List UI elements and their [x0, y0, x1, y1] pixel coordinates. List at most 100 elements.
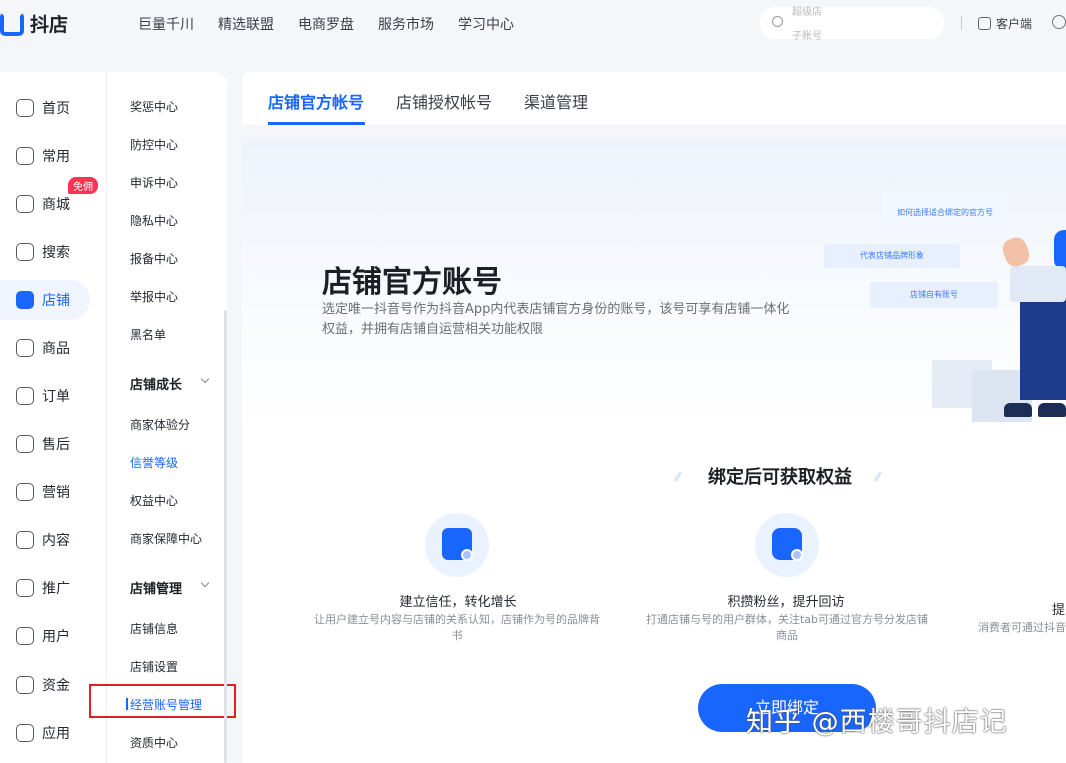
subnav-item[interactable]: 报备中心: [130, 250, 178, 267]
illustration-shoe: [1004, 403, 1032, 417]
nav-item-content[interactable]: 内容: [0, 520, 100, 560]
subnav-item[interactable]: 举报中心: [130, 288, 178, 305]
nav-item-store[interactable]: 店铺: [0, 280, 90, 320]
nav-item-aftersale[interactable]: 售后: [0, 424, 100, 464]
illustration-card: 代表店铺品牌形象: [824, 244, 960, 268]
nav-item-promote[interactable]: 推广: [0, 568, 100, 608]
subnav-item[interactable]: 黑名单: [130, 326, 166, 343]
illustration-card: 如何选择适合绑定的官方号: [882, 192, 1008, 234]
aftersale-icon: [16, 435, 34, 453]
subnav-item[interactable]: 信誉等级: [130, 454, 178, 471]
decoration-slashes: ⁄⁄ ⁄⁄: [676, 470, 680, 484]
topnav-item[interactable]: 电商罗盘: [298, 14, 354, 34]
search-icon: [772, 16, 783, 27]
nav-label: 资金: [42, 678, 70, 694]
top-nav: 巨量千川 精选联盟 电商罗盘 服务市场 学习中心: [138, 14, 538, 34]
benefit-title: 建立信任，转化增长: [399, 595, 517, 610]
tab-official-account[interactable]: 店铺官方帐号: [268, 89, 364, 113]
shop-icon: [16, 195, 34, 213]
tab-channel-management[interactable]: 渠道管理: [524, 89, 588, 113]
subnav-item[interactable]: 店铺设置: [130, 658, 178, 675]
nav-label: 营销: [42, 485, 70, 501]
subnav-item[interactable]: 申诉中心: [130, 174, 178, 191]
highlight-box: [89, 684, 236, 718]
commission-free-badge: 免佣: [68, 177, 98, 194]
benefit-title: 积攒粉丝，提升回访: [727, 595, 845, 610]
subnav-item[interactable]: 防控中心: [130, 136, 178, 153]
megaphone-icon: [16, 483, 34, 501]
hero-description: 选定唯一抖音号作为抖音App内代表店铺官方身份的账号，该号可享有店铺一体化权益，…: [322, 302, 790, 337]
nav-label: 商品: [42, 341, 70, 357]
scrollbar[interactable]: [224, 310, 227, 763]
order-icon: [16, 387, 34, 405]
headset-icon[interactable]: [1052, 15, 1066, 29]
nav-item-home[interactable]: 首页: [0, 88, 100, 128]
benefit-title: 提: [1052, 603, 1066, 618]
illustration-hand: [999, 234, 1033, 270]
benefit-description: 让用户建立号内容与店铺的关系认知，店铺作为号的品牌背书: [314, 613, 600, 642]
subnav-item[interactable]: 商家保障中心: [130, 530, 202, 547]
subnav-item[interactable]: 隐私中心: [130, 212, 178, 229]
nav-item-funds[interactable]: 资金: [0, 665, 100, 705]
logo[interactable]: 抖店: [0, 10, 68, 37]
user-icon: [16, 627, 34, 645]
nav-label: 首页: [42, 101, 70, 117]
search-placeholder: 超级店: [792, 7, 822, 18]
nav-label: 订单: [42, 389, 70, 405]
search-input[interactable]: 超级店 子账号: [760, 7, 944, 42]
subnav-item[interactable]: 奖惩中心: [130, 98, 178, 115]
benefits-heading: 绑定后可获取权益: [708, 467, 852, 488]
chevron-down-icon: [200, 578, 210, 588]
tab-underline: [268, 122, 365, 125]
tab-bar: 店铺官方帐号 店铺授权帐号 渠道管理: [242, 72, 1066, 125]
subnav-item[interactable]: 资质中心: [130, 734, 178, 751]
nav-item-product[interactable]: 商品: [0, 328, 100, 368]
subnav-group-manage[interactable]: 店铺管理: [130, 578, 210, 597]
wallet-icon: [16, 676, 34, 694]
subnav-group-title: 店铺管理: [130, 582, 183, 597]
nav-item-user[interactable]: 用户: [0, 616, 100, 656]
topnav-item[interactable]: 精选联盟: [218, 14, 274, 34]
home-icon: [16, 99, 34, 117]
primary-nav: 首页 常用 商城 免佣 搜索 店铺 商品 订单 售后 营销 内容 推广 用户 资金…: [0, 72, 107, 763]
nav-label: 店铺: [42, 293, 70, 309]
top-bar: 抖店 巨量千川 精选联盟 电商罗盘 服务市场 学习中心 超级店 子账号 客户端: [0, 0, 1066, 48]
illustration-card: 店铺自有账号: [870, 282, 998, 308]
topnav-item[interactable]: 学习中心: [458, 14, 514, 34]
decoration-slashes: ⁄⁄ ⁄⁄: [876, 470, 880, 484]
subnav-item[interactable]: 权益中心: [130, 492, 178, 509]
client-label: 客户端: [996, 17, 1033, 31]
nav-item-order[interactable]: 订单: [0, 376, 100, 416]
illustration-laptop: [1010, 266, 1066, 302]
subnav-item[interactable]: 店铺信息: [130, 620, 178, 637]
nav-label: 内容: [42, 533, 70, 549]
left-nav: 首页 常用 商城 免佣 搜索 店铺 商品 订单 售后 营销 内容 推广 用户 资金…: [0, 72, 227, 763]
watermark: 知乎 @西楼哥抖店记: [746, 707, 1008, 738]
nav-item-mall[interactable]: 商城 免佣: [0, 177, 100, 224]
hero-banner: 店铺官方账号 选定唯一抖音号作为抖音App内代表店铺官方身份的账号，该号可享有店…: [242, 140, 1066, 430]
topnav-item[interactable]: 服务市场: [378, 14, 434, 34]
nav-label: 应用: [42, 726, 70, 742]
illustration-person-head: [1054, 230, 1066, 270]
main-panel: 店铺官方账号 选定唯一抖音号作为抖音App内代表店铺官方身份的账号，该号可享有店…: [242, 140, 1066, 763]
nav-label: 售后: [42, 437, 70, 453]
topnav-item[interactable]: 巨量千川: [138, 14, 194, 34]
nav-label: 搜索: [42, 245, 70, 261]
nav-label: 商城: [42, 197, 70, 213]
benefit-description: 打通店铺与号的用户群体，关注tab可通过官方号分发店铺商品: [645, 613, 929, 642]
nav-item-marketing[interactable]: 营销: [0, 472, 100, 512]
tab-authorized-account[interactable]: 店铺授权帐号: [396, 89, 492, 113]
nav-item-search[interactable]: 搜索: [0, 232, 100, 272]
nav-label: 常用: [42, 149, 70, 165]
tv-icon: [16, 531, 34, 549]
nav-item-common[interactable]: 常用: [0, 136, 100, 176]
nav-item-apps[interactable]: 应用: [0, 713, 100, 753]
client-download-button[interactable]: 客户端: [978, 15, 1032, 32]
subnav-group-title: 店铺成长: [130, 378, 183, 393]
subnav-item[interactable]: 商家体验分: [130, 416, 190, 433]
subnav-group-growth[interactable]: 店铺成长: [130, 374, 210, 393]
divider: [961, 16, 962, 30]
folder-icon: [16, 147, 34, 165]
hero-title: 店铺官方账号: [322, 265, 502, 300]
fans-icon: [755, 513, 819, 577]
